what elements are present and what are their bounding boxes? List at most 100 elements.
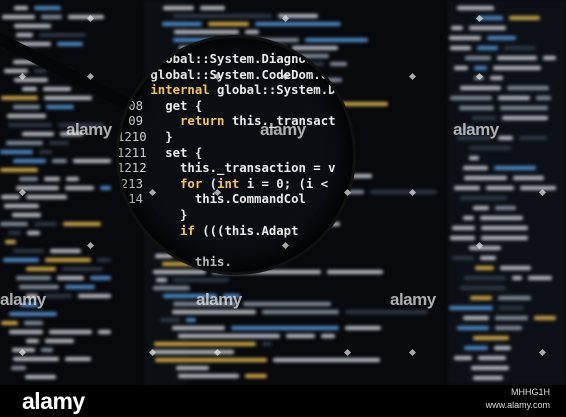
code-stroke [173,278,229,282]
code-stroke [1,195,20,199]
code-stroke [46,105,74,109]
code-stroke [512,276,522,280]
code-stroke [460,86,501,90]
code-stroke [243,302,331,306]
code-stroke [245,30,259,34]
code-stroke [475,266,494,270]
code-stroke [477,46,498,50]
code-stroke [34,222,57,226]
code-stroke [173,14,272,18]
code-stroke [208,22,249,26]
site-url: www.alamy.com [485,400,550,410]
code-stroke [26,339,39,343]
code-stroke [19,177,38,181]
code-stroke [57,276,84,280]
code-stroke [528,276,552,280]
code-stroke [100,186,111,190]
code-stroke [14,78,48,82]
code-stroke [449,36,481,40]
code-stroke [345,326,381,330]
code-stroke [520,186,556,190]
code-stroke [25,375,56,379]
code-stroke [14,24,51,28]
code-stroke [50,249,81,253]
code-stroke [292,46,338,50]
code-stroke [41,15,62,19]
watermark-text: alamy [196,290,242,309]
code-stroke [498,296,531,300]
code-stroke [262,342,272,346]
code-stroke [469,156,479,160]
code-stroke [156,278,167,282]
code-stroke [65,357,91,361]
code-stroke [490,76,503,80]
code-stroke [497,56,537,60]
code-stroke [452,226,475,230]
code-stroke [178,374,239,378]
code-stroke [153,270,206,274]
code-stroke [507,86,549,90]
code-stroke [5,240,16,244]
code-stroke [370,190,437,194]
code-stroke [13,105,40,109]
magnifying-glass: global::System.Diagnos global::System.Co… [119,38,353,272]
code-stroke [172,326,225,330]
code-stroke [465,56,491,60]
code-stroke [321,334,335,338]
code-stroke [34,6,61,10]
code-stroke [470,296,492,300]
code-stroke [1,96,38,100]
code-stroke [98,330,111,334]
code-stroke [534,316,556,320]
code-stroke [495,326,522,330]
code-stroke [464,176,507,180]
code-stroke [474,66,487,70]
code-stroke [463,166,488,170]
code-stroke [11,366,26,370]
code-stroke [90,276,111,280]
watermark-text: alamy [260,120,306,139]
code-stroke [481,236,528,240]
code-stroke [174,30,239,34]
watermark-text: alamy [0,290,46,309]
code-stroke [500,266,531,270]
code-stroke [499,306,524,310]
code-stroke [464,346,488,350]
code-stroke [327,270,383,274]
code-stroke [65,285,95,289]
code-stroke [45,258,91,262]
code-stroke [57,42,83,46]
code-stroke [494,166,536,170]
code-stroke [454,186,480,190]
code-stroke [478,356,506,360]
code-stroke [49,330,92,334]
code-stroke [13,249,44,253]
code-stroke [200,6,225,10]
code-stroke [24,321,43,325]
photo: global::System.Diagnos global::System.Co… [0,0,566,417]
code-stroke [16,33,33,37]
code-stroke [153,286,190,290]
code-stroke [481,226,528,230]
code-stroke [463,216,474,220]
code-stroke [172,310,256,314]
code-stroke [513,176,544,180]
code-stroke [519,136,547,140]
code-stroke [0,168,38,172]
code-stroke [480,216,523,220]
code-stroke [73,159,111,163]
code-stroke [9,312,57,316]
code-stroke [273,358,380,362]
code-stroke [155,358,267,362]
code-stroke [345,310,428,314]
code-stroke [160,318,180,322]
code-stroke [45,339,74,343]
code-stroke [469,26,506,30]
code-stroke [504,46,535,50]
watermark-text: alamy [453,120,499,139]
code-stroke [500,106,548,110]
watermark-text: alamy [390,290,436,309]
code-stroke [63,222,101,226]
code-stroke [245,374,267,378]
image-id: MHHG1H [510,387,550,397]
